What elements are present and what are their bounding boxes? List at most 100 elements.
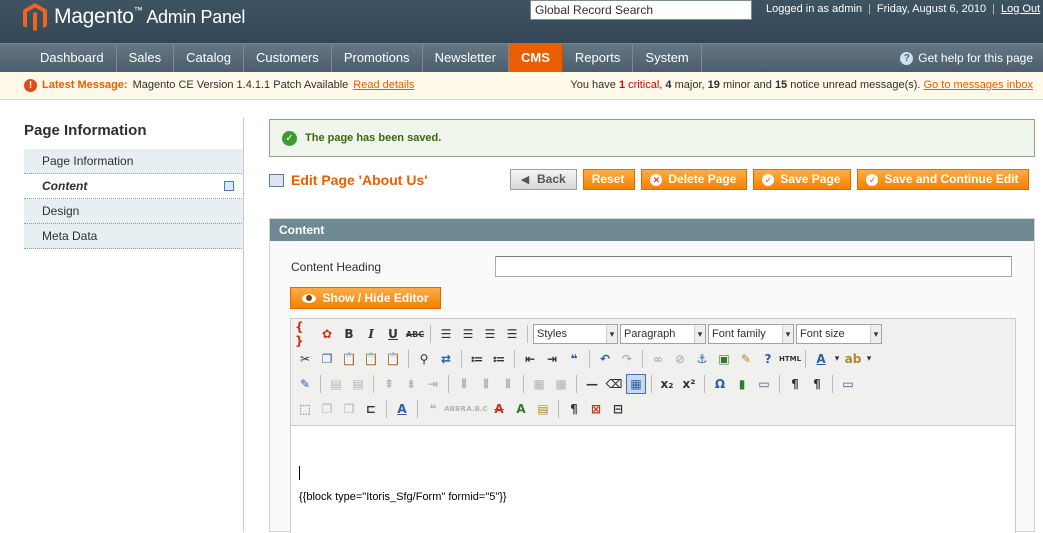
magento-logo[interactable]: Magento™ Admin Panel: [22, 2, 245, 32]
save-continue-button[interactable]: ✓ Save and Continue Edit: [857, 169, 1030, 190]
anchor-icon[interactable]: ⚓: [692, 349, 712, 369]
nav-reports[interactable]: Reports: [563, 44, 634, 72]
numbered-list-icon[interactable]: ≔: [489, 349, 509, 369]
superscript-icon[interactable]: x²: [679, 374, 699, 394]
absolute-icon[interactable]: ⊏: [361, 399, 381, 419]
help-link[interactable]: ? Get help for this page: [900, 44, 1033, 72]
help-editor-icon[interactable]: ?: [758, 349, 778, 369]
nav-sales[interactable]: Sales: [117, 44, 175, 72]
bullet-list-icon[interactable]: ≔: [467, 349, 487, 369]
insert-variable-icon[interactable]: { }: [295, 320, 315, 348]
media-icon[interactable]: ▮: [732, 374, 752, 394]
cite-icon[interactable]: ❝: [423, 399, 443, 419]
delete-row-icon[interactable]: ⇥: [423, 374, 443, 394]
back-button[interactable]: ◀ Back: [510, 169, 577, 190]
paste-word-icon[interactable]: 📋: [383, 349, 403, 369]
insert-widget-icon[interactable]: ✿: [317, 324, 337, 344]
nav-newsletter[interactable]: Newsletter: [423, 44, 509, 72]
messages-inbox-link[interactable]: Go to messages inbox: [924, 79, 1033, 91]
text-color-dropdown-icon[interactable]: ▾: [833, 349, 841, 369]
ltr-icon[interactable]: ¶: [785, 374, 805, 394]
delete-col-icon[interactable]: ⫴: [498, 374, 518, 394]
nav-cms[interactable]: CMS: [508, 44, 563, 72]
split-cells-icon[interactable]: ▦: [529, 374, 549, 394]
undo-icon[interactable]: ↶: [595, 349, 615, 369]
tab-page-information[interactable]: Page Information: [24, 149, 244, 174]
special-char-icon[interactable]: Ω: [710, 374, 730, 394]
nonbreaking-icon[interactable]: ▭: [754, 374, 774, 394]
image-icon[interactable]: ▣: [714, 349, 734, 369]
strikethrough-icon[interactable]: ABC: [405, 324, 425, 344]
cell-props-icon[interactable]: ▤: [348, 374, 368, 394]
font-family-dropdown[interactable]: Font family: [708, 324, 794, 344]
link-icon[interactable]: ∞: [648, 349, 668, 369]
row-before-icon[interactable]: ⇞: [379, 374, 399, 394]
indent-icon[interactable]: ⇥: [542, 349, 562, 369]
subscript-icon[interactable]: x₂: [657, 374, 677, 394]
show-hide-editor-button[interactable]: Show / Hide Editor: [290, 287, 441, 309]
highlight-dropdown-icon[interactable]: ▾: [865, 349, 873, 369]
font-size-dropdown[interactable]: Font size: [796, 324, 882, 344]
redo-icon[interactable]: ↷: [617, 349, 637, 369]
attribs-icon[interactable]: ▤: [533, 399, 553, 419]
unlink-icon[interactable]: ⊘: [670, 349, 690, 369]
remove-format-icon[interactable]: ⌫: [604, 374, 624, 394]
nav-dashboard[interactable]: Dashboard: [0, 44, 117, 72]
text-color-icon[interactable]: A: [811, 349, 831, 369]
paste-text-icon[interactable]: 📋: [361, 349, 381, 369]
move-backward-icon[interactable]: ❐: [339, 399, 359, 419]
insert-layer-icon[interactable]: ⬚: [295, 399, 315, 419]
highlight-color-icon[interactable]: ab: [843, 349, 863, 369]
align-left-icon[interactable]: ☰: [436, 324, 456, 344]
styles-dropdown[interactable]: Styles: [533, 324, 618, 344]
editor-content-area[interactable]: {{block type="Itoris_Sfg/Form" formid="5…: [291, 425, 1015, 533]
logout-link[interactable]: Log Out: [1001, 3, 1040, 15]
abbr-icon[interactable]: ABBR: [444, 399, 465, 419]
format-dropdown[interactable]: Paragraph: [620, 324, 706, 344]
delete-page-button[interactable]: ✕ Delete Page: [641, 169, 748, 190]
styleprops-icon[interactable]: A: [392, 399, 412, 419]
tab-content[interactable]: Content: [24, 174, 244, 199]
tab-design[interactable]: Design: [24, 199, 244, 224]
merge-cells-icon[interactable]: ▦: [551, 374, 571, 394]
tab-meta-data[interactable]: Meta Data: [24, 224, 244, 249]
del-icon[interactable]: A: [489, 399, 509, 419]
nav-catalog[interactable]: Catalog: [174, 44, 244, 72]
outdent-icon[interactable]: ⇤: [520, 349, 540, 369]
save-page-button[interactable]: ✓ Save Page: [753, 169, 852, 190]
nav-system[interactable]: System: [633, 44, 702, 72]
move-forward-icon[interactable]: ❐: [317, 399, 337, 419]
fullscreen-icon[interactable]: ▭: [838, 374, 858, 394]
cut-icon[interactable]: ✂: [295, 349, 315, 369]
copy-icon[interactable]: ❐: [317, 349, 337, 369]
align-center-icon[interactable]: ☰: [458, 324, 478, 344]
align-right-icon[interactable]: ☰: [480, 324, 500, 344]
cleanup-icon[interactable]: ✎: [736, 349, 756, 369]
nav-customers[interactable]: Customers: [244, 44, 332, 72]
content-heading-input[interactable]: [495, 256, 1012, 277]
bold-icon[interactable]: B: [339, 324, 359, 344]
col-after-icon[interactable]: ⫴: [476, 374, 496, 394]
horizontal-rule-icon[interactable]: —: [582, 374, 602, 394]
find-icon[interactable]: ⚲: [414, 349, 434, 369]
global-search-input[interactable]: [530, 0, 752, 20]
italic-icon[interactable]: I: [361, 324, 381, 344]
reset-button[interactable]: Reset: [582, 169, 636, 190]
visual-chars-icon[interactable]: ¶: [564, 399, 584, 419]
page-break-icon[interactable]: ⊟: [608, 399, 628, 419]
underline-icon[interactable]: U: [383, 324, 403, 344]
acronym-icon[interactable]: A.B.C: [466, 399, 487, 419]
rtl-icon[interactable]: ¶: [807, 374, 827, 394]
nonbreaking-space-icon[interactable]: ⊠: [586, 399, 606, 419]
align-justify-icon[interactable]: ☰: [502, 324, 522, 344]
visual-aid-icon[interactable]: ▦: [626, 374, 646, 394]
html-source-icon[interactable]: HTML: [779, 349, 801, 369]
read-details-link[interactable]: Read details: [353, 72, 414, 99]
replace-icon[interactable]: ⇄: [436, 349, 456, 369]
paste-icon[interactable]: 📋: [339, 349, 359, 369]
nav-promotions[interactable]: Promotions: [332, 44, 423, 72]
table-edit-icon[interactable]: ✎: [295, 374, 315, 394]
ins-icon[interactable]: A: [511, 399, 531, 419]
blockquote-icon[interactable]: ❝: [564, 349, 584, 369]
row-props-icon[interactable]: ▤: [326, 374, 346, 394]
